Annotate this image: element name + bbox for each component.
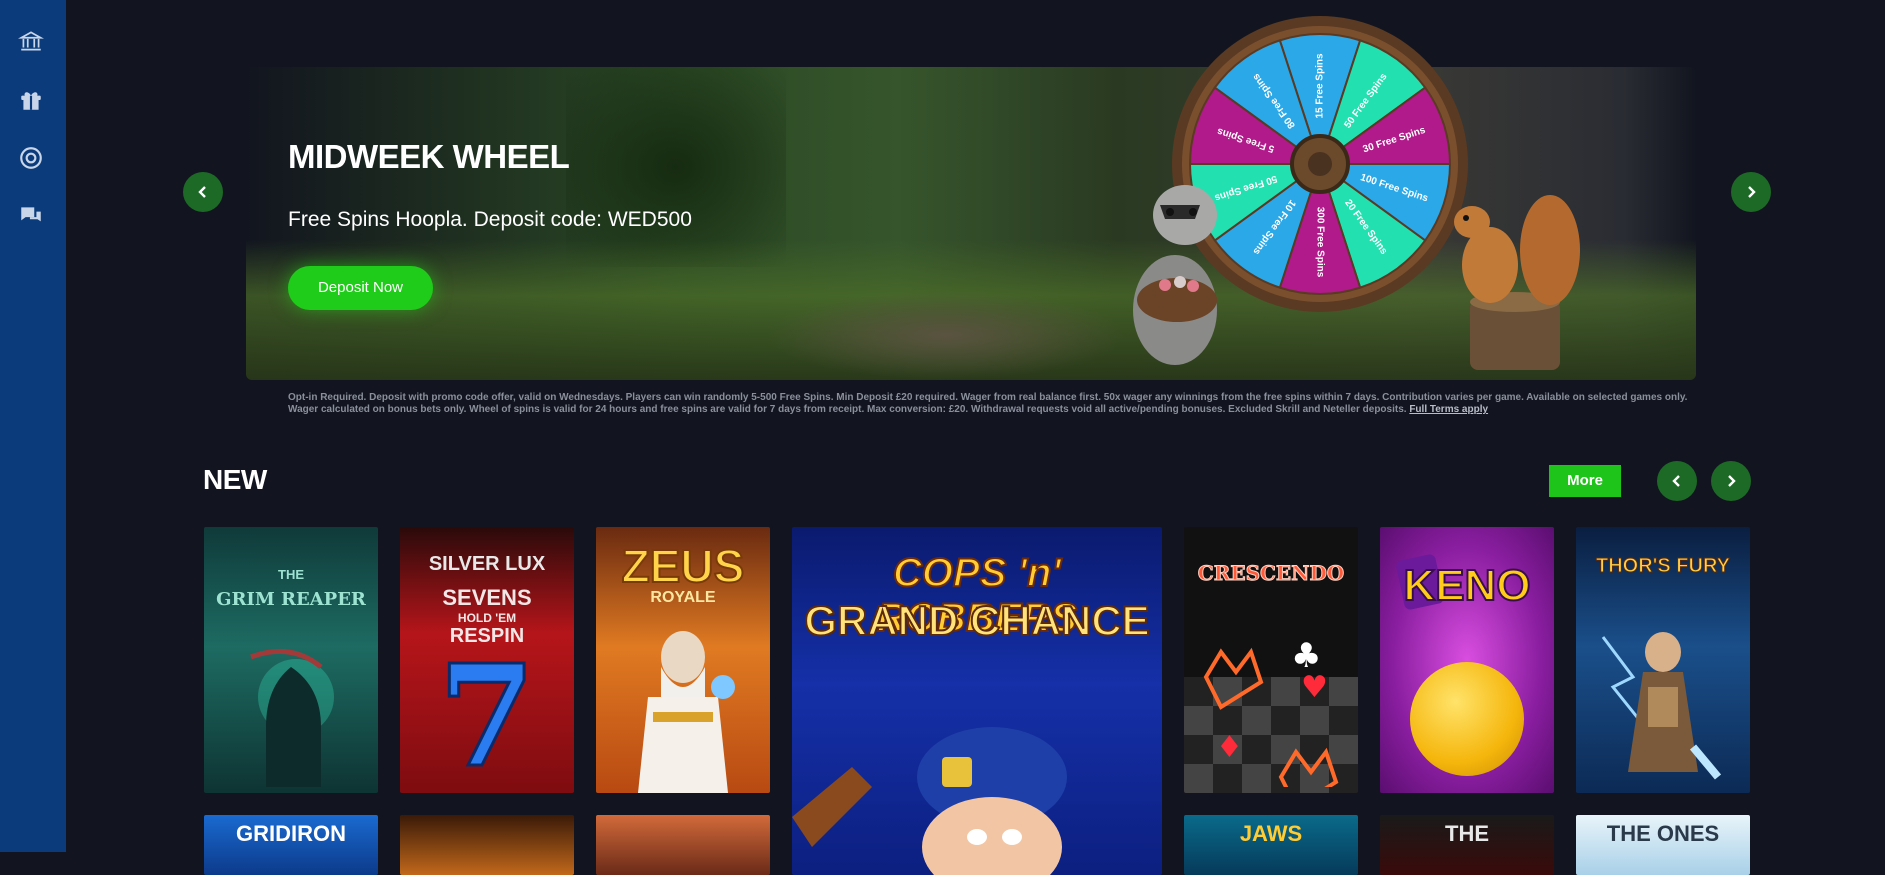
game-title: CRESCENDO <box>1197 561 1345 586</box>
banner-prev-button[interactable] <box>183 172 223 212</box>
chevron-left-icon <box>1672 475 1680 487</box>
game-title: GRIDIRON <box>236 821 346 846</box>
svg-text:♥: ♥ <box>1301 670 1328 705</box>
thor-figure <box>1601 632 1722 780</box>
game-tile-unwinned[interactable]: THE <box>1380 815 1554 875</box>
game-tile-zeus-royale[interactable]: ZEUS ROYALE <box>596 527 770 793</box>
game-tile-the-ones[interactable]: THE ONES <box>1576 815 1750 875</box>
game-tile-grim-reaper[interactable]: THE GRIM REAPER <box>204 527 378 793</box>
promo-title: MIDWEEK WHEEL <box>288 138 570 175</box>
promo-subtitle: Free Spins Hoopla. Deposit code: WED500 <box>288 208 692 231</box>
game-title: KENO <box>1402 560 1531 611</box>
game-tile-gridiron[interactable]: GRIDIRON <box>204 815 378 875</box>
squirrel-image <box>1454 195 1580 370</box>
sidebar <box>0 0 66 852</box>
game-tile-silver-lux-sevens[interactable]: SILVER LUX SEVENS HOLD 'EM RESPIN 7 <box>400 527 574 793</box>
banner-next-button[interactable] <box>1731 172 1771 212</box>
game-title: THOR'S FURY <box>1595 555 1730 578</box>
cop-character <box>792 727 1067 875</box>
wheel-segment-label: 15 Free Spins <box>1315 53 1326 118</box>
game-tile-keno[interactable]: KENO <box>1380 527 1554 793</box>
game-tile-cops-n-robbers[interactable]: COPS 'n' ROBBERS GRAND CHANCE <box>792 527 1162 875</box>
game-title: THE ONES <box>1606 821 1720 846</box>
row-prev-button[interactable] <box>1657 461 1697 501</box>
chevron-left-icon <box>198 186 206 198</box>
row-next-button[interactable] <box>1711 461 1751 501</box>
game-title: SEVENS <box>442 585 532 610</box>
chat-support-icon[interactable] <box>18 203 44 229</box>
game-title: GRIM REAPER <box>216 589 366 610</box>
game-tile-crescendo[interactable]: CRESCENDO ♣ ♥ ♦ <box>1184 527 1358 793</box>
game-title: THE <box>278 567 304 582</box>
game-title: ROYALE <box>650 589 716 606</box>
svg-text:♦: ♦ <box>1216 730 1243 765</box>
reaper-figure <box>250 648 334 787</box>
promo-terms: Opt-in Required. Deposit with promo code… <box>288 392 1708 416</box>
game-tile-thors-fury[interactable]: THOR'S FURY <box>1576 527 1750 793</box>
chevron-right-icon <box>1748 186 1756 198</box>
gift-icon[interactable] <box>18 87 44 113</box>
game-title: HOLD 'EM <box>457 611 517 625</box>
game-title: SILVER LUX <box>428 553 546 575</box>
game-title: JAWS <box>1239 821 1303 846</box>
game-tile-bottom-3[interactable] <box>596 815 770 875</box>
more-button[interactable]: More <box>1549 465 1621 497</box>
game-tile-bottom-2[interactable] <box>400 815 574 875</box>
help-ring-icon[interactable] <box>18 145 44 171</box>
raccoon-image <box>1133 185 1217 365</box>
full-terms-link[interactable]: Full Terms apply <box>1409 404 1488 415</box>
game-title: THE <box>1445 821 1489 846</box>
section-title-new: NEW <box>203 464 267 495</box>
game-tile-jaws[interactable]: JAWS <box>1184 815 1358 875</box>
deposit-now-button[interactable]: Deposit Now <box>288 266 433 310</box>
chevron-right-icon <box>1728 475 1736 487</box>
gold-ball-image <box>1410 662 1524 776</box>
wheel-segment-label: 300 Free Spins <box>1314 207 1325 278</box>
casino-icon[interactable] <box>17 28 45 54</box>
zeus-figure <box>638 631 735 793</box>
game-title: GRAND CHANCE <box>803 596 1150 645</box>
crown-cards-art: ♣ ♥ ♦ <box>1203 636 1339 787</box>
game-title: ZEUS <box>621 539 746 593</box>
lucky-seven-glyph: 7 <box>437 635 537 793</box>
